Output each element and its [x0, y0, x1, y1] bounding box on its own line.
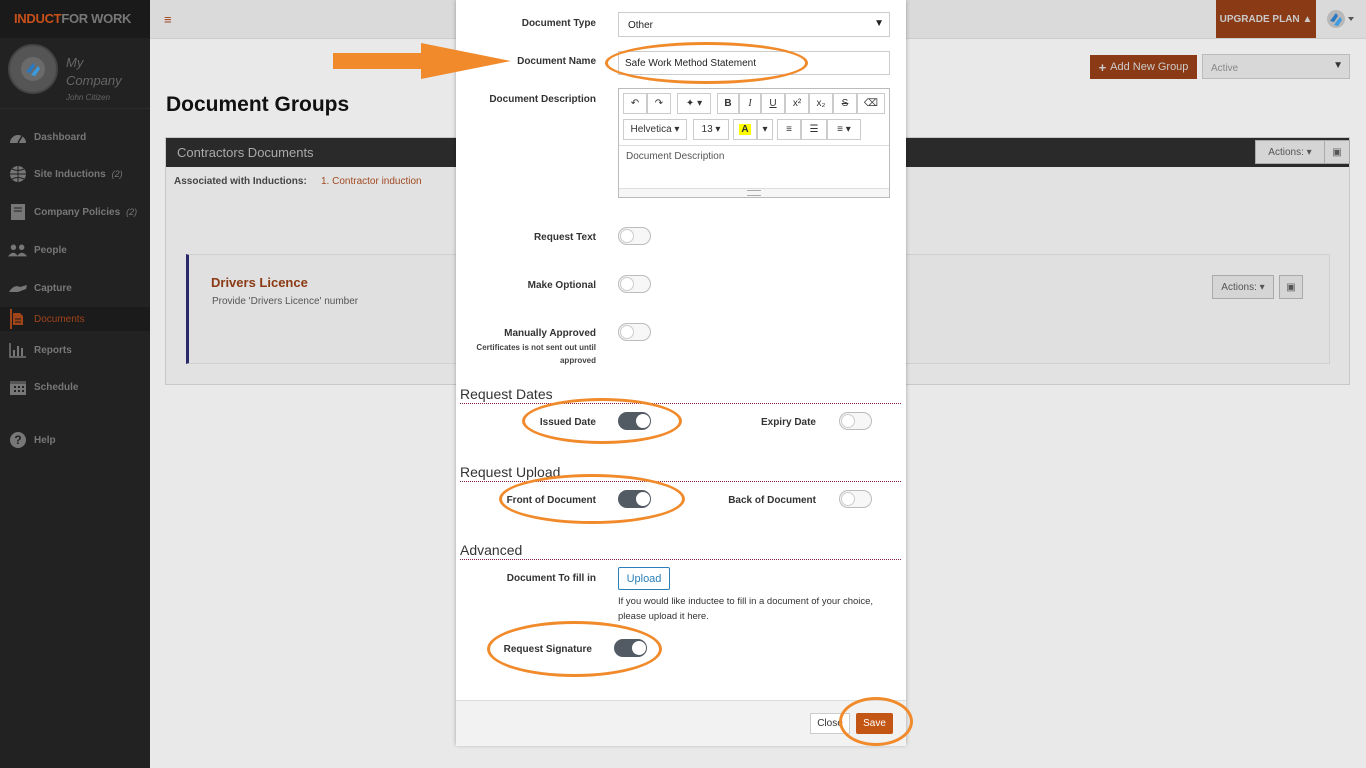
document-to-fill-label: Document To fill in — [506, 573, 596, 584]
app-logo[interactable]: INDUCTFOR WORK — [0, 0, 150, 38]
superscript-icon[interactable]: x² — [785, 93, 809, 114]
font-size-select[interactable]: 13 ▾ — [693, 119, 729, 140]
highlight-color-icon[interactable]: A — [733, 119, 757, 140]
thumbs-up-icon: ▲ — [1302, 13, 1313, 25]
nav-dashboard[interactable]: Dashboard — [0, 124, 150, 150]
align-icon[interactable]: ≡ ▾ — [827, 119, 861, 140]
company-name: My Company — [66, 55, 122, 88]
document-card-title[interactable]: Drivers Licence — [211, 275, 308, 290]
plus-icon: + — [1098, 59, 1107, 75]
close-button[interactable]: Close — [810, 713, 850, 734]
bold-icon[interactable]: B — [717, 93, 739, 114]
make-optional-toggle[interactable] — [618, 275, 651, 293]
issued-date-toggle[interactable] — [618, 412, 651, 430]
request-upload-heading: Request Upload — [460, 464, 901, 482]
nav-site-inductions[interactable]: Site Inductions (2) — [0, 161, 150, 187]
magic-wand-icon[interactable]: ✦ ▾ — [677, 93, 711, 114]
make-optional-label: Make Optional — [527, 280, 596, 291]
associated-label: Associated with Inductions: — [174, 176, 307, 187]
sidebar: INDUCTFOR WORK My Company John Citizen D… — [0, 0, 150, 768]
globe-icon — [8, 165, 28, 183]
front-of-document-label: Front of Document — [506, 495, 596, 506]
bullet-list-icon[interactable]: ≡ — [777, 119, 801, 140]
manually-approved-label: Manually Approved — [504, 328, 596, 339]
advanced-heading: Advanced — [460, 542, 901, 560]
company-logo-icon — [21, 57, 45, 81]
eraser-icon[interactable]: ⌫ — [857, 93, 885, 114]
induction-link[interactable]: 1. Contractor induction — [321, 176, 422, 187]
document-card-desc: Provide 'Drivers Licence' number — [212, 296, 359, 307]
document-name-input[interactable]: Safe Work Method Statement — [618, 51, 890, 75]
manually-approved-toggle[interactable] — [618, 323, 651, 341]
document-description-label: Document Description — [489, 94, 596, 105]
document-icon — [8, 310, 28, 328]
request-signature-toggle[interactable] — [614, 639, 647, 657]
request-text-label: Request Text — [533, 232, 596, 243]
dashboard-icon — [8, 128, 28, 146]
group-actions-button[interactable]: Actions: ▾ — [1255, 140, 1325, 164]
save-button[interactable]: Save — [856, 713, 893, 734]
edit-document-modal: Document Type Other ▼ Document Name Safe … — [456, 0, 906, 746]
back-of-document-toggle[interactable] — [839, 490, 872, 508]
font-family-select[interactable]: Helvetica ▾ — [623, 119, 687, 140]
back-of-document-label: Back of Document — [728, 495, 816, 506]
redo-icon[interactable]: ↷ — [647, 93, 671, 114]
request-signature-label: Request Signature — [503, 644, 592, 655]
user-name: John Citizen — [66, 93, 111, 102]
strikethrough-icon[interactable]: S — [833, 93, 857, 114]
nav-help[interactable]: ? Help — [0, 427, 150, 453]
caret-down-icon — [1348, 17, 1354, 21]
document-actions-button[interactable]: Actions: ▾ — [1212, 275, 1274, 299]
status-select[interactable]: Active ▼ — [1202, 54, 1350, 79]
caret-down-icon: ▼ — [874, 18, 884, 29]
upload-button[interactable]: Upload — [618, 567, 670, 590]
nav-reports[interactable]: Reports — [0, 337, 150, 363]
nav-schedule[interactable]: Schedule — [0, 374, 150, 400]
expiry-date-label: Expiry Date — [760, 417, 816, 428]
hand-icon — [8, 279, 28, 297]
nav-documents[interactable]: Documents — [0, 307, 150, 331]
nav-people[interactable]: People — [0, 237, 150, 263]
color-dropdown-icon[interactable]: ▾ — [757, 119, 773, 140]
book-icon — [8, 203, 28, 221]
people-icon — [8, 241, 28, 259]
issued-date-label: Issued Date — [539, 417, 596, 428]
upgrade-plan-button[interactable]: UPGRADE PLAN ▲ — [1216, 0, 1316, 38]
document-name-label: Document Name — [517, 56, 596, 67]
profile: My Company John Citizen — [0, 38, 150, 109]
archive-icon[interactable]: ▣ — [1279, 275, 1303, 299]
menu-toggle-icon[interactable]: ≡ — [164, 12, 172, 27]
manually-approved-note: Certificates is not sent out until approv… — [476, 343, 596, 365]
page-title: Document Groups — [166, 93, 350, 116]
underline-icon[interactable]: U — [761, 93, 785, 114]
modal-footer: Close Save — [456, 700, 906, 746]
request-text-toggle[interactable] — [618, 227, 651, 245]
italic-icon[interactable]: I — [739, 93, 761, 114]
archive-icon[interactable]: ▣ — [1324, 140, 1350, 164]
help-icon: ? — [8, 431, 28, 449]
front-of-document-toggle[interactable] — [618, 490, 651, 508]
document-type-label: Document Type — [521, 18, 596, 29]
request-dates-heading: Request Dates — [460, 386, 901, 404]
editor-resize-handle[interactable] — [619, 188, 889, 197]
rich-text-editor: ↶ ↷ ✦ ▾ B I U x² x₂ S ⌫ Helvetica ▾ 13 ▾… — [618, 88, 890, 198]
nav-company-policies[interactable]: Company Policies (2) — [0, 199, 150, 225]
svg-text:?: ? — [14, 433, 21, 447]
undo-icon[interactable]: ↶ — [623, 93, 647, 114]
upload-help-text: If you would like inductee to fill in a … — [618, 596, 874, 622]
numbered-list-icon[interactable]: ☰ — [801, 119, 827, 140]
subscript-icon[interactable]: x₂ — [809, 93, 833, 114]
account-menu[interactable] — [1326, 9, 1356, 32]
add-new-group-button[interactable]: + Add New Group — [1090, 55, 1197, 79]
app-logo-icon — [1327, 10, 1354, 28]
calendar-icon — [8, 378, 28, 396]
nav-capture[interactable]: Capture — [0, 275, 150, 301]
company-avatar[interactable] — [8, 44, 58, 94]
bar-chart-icon — [8, 341, 28, 359]
caret-down-icon: ▼ — [1333, 60, 1343, 71]
document-type-select[interactable]: Other ▼ — [618, 12, 890, 37]
expiry-date-toggle[interactable] — [839, 412, 872, 430]
document-description-input[interactable]: Document Description — [619, 145, 889, 190]
